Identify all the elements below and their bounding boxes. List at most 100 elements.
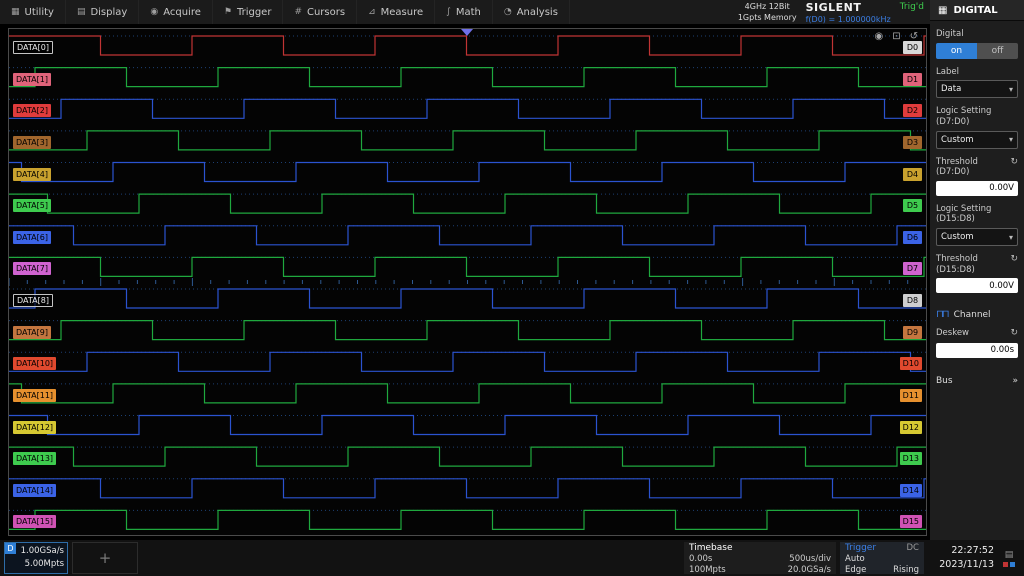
plot-corner-icons: ◉ ⊡ ↺	[874, 31, 918, 42]
channel-label-d0[interactable]: DATA[0]	[13, 41, 53, 54]
channel-badge-d4[interactable]: D4	[903, 168, 922, 181]
refresh-icon[interactable]: ↻	[1010, 328, 1018, 339]
threshold-d7d0-input[interactable]: 0.00V	[936, 181, 1018, 196]
refresh-icon[interactable]: ↻	[1010, 157, 1018, 168]
channel-label-d1[interactable]: DATA[1]	[13, 73, 51, 86]
digital-off-button[interactable]: off	[977, 43, 1018, 59]
channel-badge-d15[interactable]: D15	[900, 515, 922, 528]
channel-label-d12[interactable]: DATA[12]	[13, 421, 56, 434]
fullscreen-icon[interactable]: ⊡	[892, 31, 900, 42]
channel-label-d13[interactable]: DATA[13]	[13, 452, 56, 465]
cursors-icon: #	[294, 7, 302, 17]
timebase-box[interactable]: Timebase 0.00s 500us/div 100Mpts 20.0GSa…	[684, 542, 836, 574]
deskew-input[interactable]: 0.00s	[936, 343, 1018, 358]
crosshair-icon: +	[99, 549, 112, 567]
logic-setting-d7d0-label: Logic Setting (D7:D0)	[936, 106, 1018, 127]
digital-waveform-d11	[9, 384, 926, 403]
menu-item-utility[interactable]: ▦ Utility	[0, 0, 66, 24]
bottom-status-bar: D 1.00GSa/s 5.00Mpts + Timebase 0.00s 50…	[0, 540, 1024, 576]
trigger-type: Edge	[845, 565, 882, 576]
trigger-status: Trig'd	[900, 2, 924, 12]
channel-label-d8[interactable]: DATA[8]	[13, 294, 53, 307]
channel-label-d6[interactable]: DATA[6]	[13, 231, 51, 244]
digital-toggle: on off	[936, 43, 1018, 59]
channel-badge-d3[interactable]: D3	[903, 136, 922, 149]
menu-item-label: Math	[456, 7, 481, 18]
refresh-icon[interactable]: ↻	[1010, 254, 1018, 265]
channel-label-d14[interactable]: DATA[14]	[13, 484, 56, 497]
channel-badge-d5[interactable]: D5	[903, 199, 922, 212]
deskew-label: Deskew	[936, 328, 969, 339]
menu-bar: ▦ Utility ▤Display◉Acquire ⚑ Trigger #Cursors…	[0, 0, 930, 24]
bandwidth-spec: 4GHz 12Bit	[738, 2, 797, 13]
waveform-svg	[9, 29, 926, 535]
memory-spec: 1Gpts Memory	[738, 13, 797, 24]
channel-badge-d10[interactable]: D10	[900, 357, 922, 370]
menu-item-display[interactable]: ▤Display	[66, 0, 139, 24]
channel-badge-d1[interactable]: D1	[903, 73, 922, 86]
menu-item-cursors[interactable]: #Cursors	[283, 0, 357, 24]
channel-label-d11[interactable]: DATA[11]	[13, 389, 56, 402]
channel-label-d3[interactable]: DATA[3]	[13, 136, 51, 149]
status-led-red	[1003, 562, 1008, 567]
menu-item-label: Trigger	[237, 7, 272, 18]
timebase-delay: 0.00s	[689, 554, 757, 565]
bus-row[interactable]: Bus »	[936, 376, 1018, 386]
restore-icon[interactable]: ↺	[910, 31, 918, 42]
system-icons: ▤	[998, 550, 1020, 567]
status-leds	[1002, 562, 1016, 567]
channel-badge-d9[interactable]: D9	[903, 326, 922, 339]
menu-item-math[interactable]: ∫Math	[435, 0, 493, 24]
channel-badge-d11[interactable]: D11	[900, 389, 922, 402]
channel-label-d5[interactable]: DATA[5]	[13, 199, 51, 212]
system-specs: 4GHz 12Bit 1Gpts Memory	[738, 2, 797, 24]
printer-icon[interactable]: ▤	[1005, 550, 1014, 560]
channel-label-d10[interactable]: DATA[10]	[13, 357, 56, 370]
logic-setting-d15d8-value: Custom	[941, 232, 974, 242]
digital-waveform-d9	[9, 321, 926, 340]
chevron-down-icon: ▾	[1009, 135, 1013, 144]
threshold-d15d8-input[interactable]: 0.00V	[936, 278, 1018, 293]
channel-badge-d6[interactable]: D6	[903, 231, 922, 244]
digital-waveform-d2	[9, 99, 926, 118]
menu-item-trigger[interactable]: ⚑ Trigger	[213, 0, 284, 24]
digital-channel-icon: ⊓⊓	[936, 309, 948, 320]
bus-expand-icon[interactable]: »	[1012, 376, 1018, 386]
label-dropdown[interactable]: Data ▾	[936, 80, 1018, 98]
channel-label: Channel	[954, 310, 991, 320]
menu-item-analysis[interactable]: ◔Analysis	[493, 0, 570, 24]
menu-item-label: Utility	[25, 7, 54, 18]
channel-badge-d0[interactable]: D0	[903, 41, 922, 54]
channel-button[interactable]: ⊓⊓ Channel	[936, 309, 1018, 320]
channel-badge-d14[interactable]: D14	[900, 484, 922, 497]
channel-label-d2[interactable]: DATA[2]	[13, 104, 51, 117]
digital-on-button[interactable]: on	[936, 43, 977, 59]
utility-icon: ▦	[11, 7, 20, 17]
trigger-slope: Rising	[882, 565, 919, 576]
channel-badge-d2[interactable]: D2	[903, 104, 922, 117]
threshold-d7d0-label-row: Threshold (D7:D0) ↻	[936, 157, 1018, 178]
channel-label-d15[interactable]: DATA[15]	[13, 515, 56, 528]
channel-badge-d7[interactable]: D7	[903, 262, 922, 275]
channel-badge-d8[interactable]: D8	[903, 294, 922, 307]
channel-label-d4[interactable]: DATA[4]	[13, 168, 51, 181]
sample-points: 5.00Mpts	[21, 558, 64, 571]
trigger-icon: ⚑	[224, 7, 232, 17]
channel-badge-d12[interactable]: D12	[900, 421, 922, 434]
trigger-position-marker[interactable]	[461, 29, 473, 36]
channel-label-d7[interactable]: DATA[7]	[13, 262, 51, 275]
add-channel-button[interactable]: +	[72, 542, 138, 574]
menu-item-acquire[interactable]: ◉Acquire	[139, 0, 213, 24]
logic-setting-d7d0-dropdown[interactable]: Custom ▾	[936, 131, 1018, 149]
digital-waveform-d8	[9, 289, 926, 308]
timebase-title: Timebase	[689, 543, 831, 554]
digital-source-box[interactable]: D 1.00GSa/s 5.00Mpts	[4, 542, 68, 574]
trigger-box[interactable]: Trigger DC Auto Edge Rising	[840, 542, 924, 574]
channel-badge-d13[interactable]: D13	[900, 452, 922, 465]
logic-setting-d15d8-dropdown[interactable]: Custom ▾	[936, 228, 1018, 246]
channel-label-d9[interactable]: DATA[9]	[13, 326, 51, 339]
screenshot-icon[interactable]: ◉	[874, 31, 883, 42]
status-cluster: 4GHz 12Bit 1Gpts Memory SIGLENT f(D0) = …	[738, 0, 930, 24]
timebase-values: 0.00s 500us/div 100Mpts 20.0GSa/s	[689, 554, 831, 576]
menu-item-measure[interactable]: ⊿Measure	[357, 0, 435, 24]
